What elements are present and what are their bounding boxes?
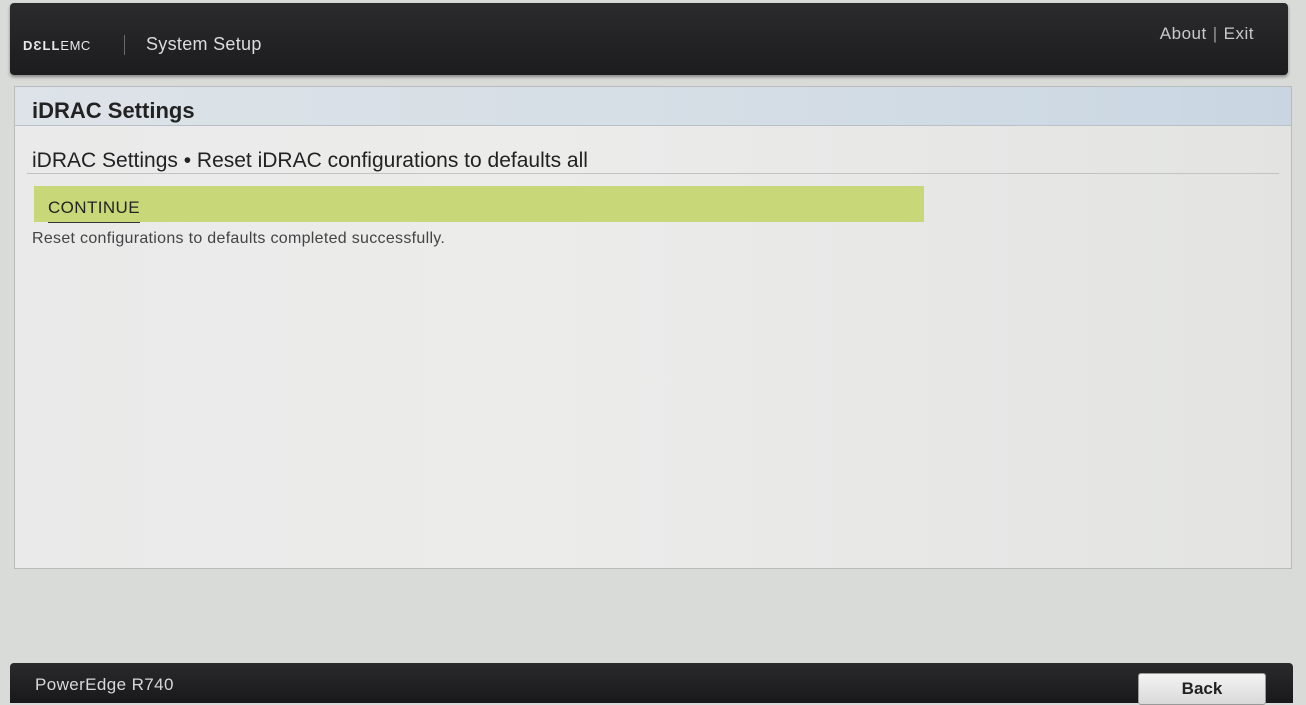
header-divider <box>124 35 125 55</box>
dell-logo-text: DƐLL <box>23 38 61 53</box>
about-link[interactable]: About <box>1160 24 1207 43</box>
dell-emc-logo: DƐLLEMC <box>23 38 91 53</box>
top-header-bar: DƐLLEMC System Setup About | Exit <box>10 3 1288 75</box>
divider <box>27 173 1279 174</box>
panel-header <box>15 87 1291 126</box>
status-message: Reset configurations to defaults complet… <box>32 230 446 247</box>
header-links: About | Exit <box>1160 24 1254 44</box>
continue-button[interactable]: CONTINUE <box>48 198 140 223</box>
emc-logo-text: EMC <box>60 38 91 53</box>
back-button[interactable]: Back <box>1138 673 1266 705</box>
app-title: System Setup <box>146 34 262 54</box>
main-panel: iDRAC Settings iDRAC Settings • Reset iD… <box>14 86 1292 569</box>
system-model: PowerEdge R740 <box>35 675 174 694</box>
page-title: iDRAC Settings <box>32 98 195 123</box>
footer-bar: PowerEdge R740 Back <box>10 663 1293 705</box>
exit-link[interactable]: Exit <box>1224 24 1254 43</box>
breadcrumb: iDRAC Settings • Reset iDRAC configurati… <box>32 149 588 172</box>
link-separator: | <box>1212 24 1218 43</box>
continue-row[interactable]: CONTINUE <box>34 186 924 223</box>
